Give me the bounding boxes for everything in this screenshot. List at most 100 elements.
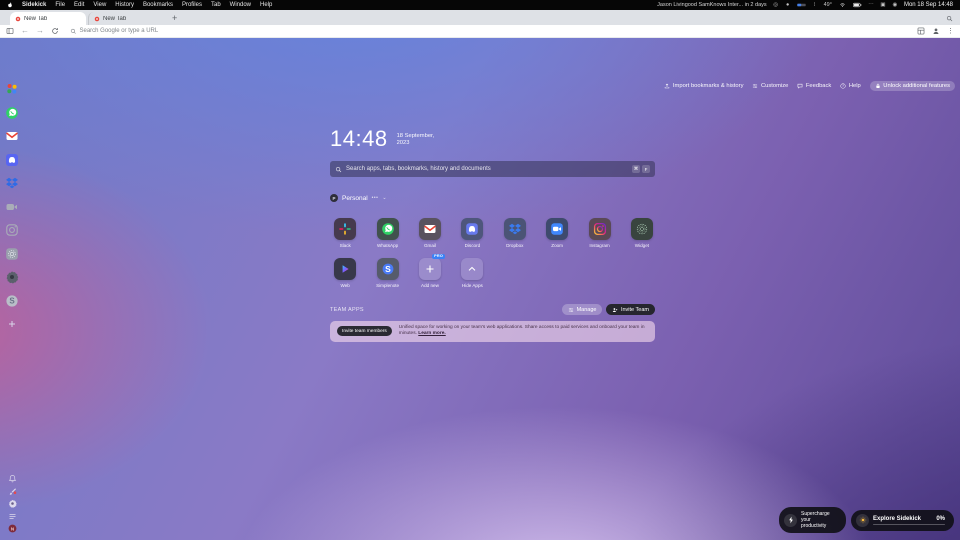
dropbox-app-icon [508,222,522,236]
team-invite-banner: Invite team members Unified space for wo… [330,321,655,342]
sidebar-app-app[interactable] [4,269,20,285]
input-meter-icon[interactable] [797,2,806,9]
kebab-menu-icon[interactable]: ⋮ [947,27,954,35]
invite-team-button[interactable]: Invite Team [606,304,655,315]
invite-team-label: Invite Team [621,307,649,313]
menubar-item[interactable]: Sidekick [22,2,46,8]
search-icon [335,166,342,173]
tab-title: New Tab [103,16,126,22]
sidebar-app-zoom[interactable] [4,199,20,215]
workspace-more-icon[interactable]: ••• [372,195,379,201]
sidekick-favicon-icon [15,16,21,22]
gmail-app-icon [423,222,437,236]
temperature-text[interactable]: 49° [824,2,832,9]
explore-sidekick-pill[interactable]: Explore Sidekick 0% [851,510,954,531]
app-tile[interactable] [589,218,611,240]
sidebar-app-simplenote[interactable]: S [4,293,20,309]
browser-tab-new-tab-2[interactable]: New Tab [88,12,164,25]
sidebar-app-widget[interactable] [4,246,20,262]
screen-record-icon[interactable]: ◎ [773,2,779,9]
app-tile[interactable] [334,258,356,280]
tabs: New Tab New Tab [10,12,164,25]
sidebar-app-sidekick-apps[interactable] [4,81,20,97]
menubar-item[interactable]: Window [230,2,251,8]
sidebar-app-gmail[interactable] [4,128,20,144]
sidebar-control-menu[interactable] [7,511,17,521]
sidebar-app-discord[interactable] [4,152,20,168]
app-label: Simplenote [376,283,399,288]
menubar-item[interactable]: Edit [74,2,84,8]
menubar-item[interactable]: History [115,2,134,8]
menubar-item[interactable]: File [55,2,65,8]
workspace-name[interactable]: Personal [342,195,368,202]
stats-icon[interactable]: ⁞ [812,2,818,9]
svg-text:N: N [10,526,13,531]
sidebar-app-dropbox[interactable] [4,175,20,191]
header-link-feedback[interactable]: Feedback [797,83,831,89]
app-tile[interactable] [504,218,526,240]
header-link-customize[interactable]: Customize [752,83,788,89]
sidebar-app-whatsapp[interactable] [4,105,20,121]
manage-button[interactable]: Manage [562,304,602,315]
app-tile[interactable] [631,218,653,240]
header-link-label: Customize [761,83,788,89]
siri-icon[interactable]: ◉ [892,2,898,9]
reload-button[interactable] [51,27,59,35]
lightning-icon [784,514,797,527]
sidebar-control-settings[interactable] [7,499,17,509]
app-tile[interactable] [461,218,483,240]
person-plus-icon [612,307,618,313]
sidebar-control-notifications[interactable] [7,474,17,484]
app-cell-whatsapp: WhatsApp [366,218,408,248]
explore-label: Explore Sidekick [873,516,921,522]
address-bar[interactable]: Search Google or type a URL [66,28,910,35]
invite-members-button[interactable]: Invite team members [337,326,392,336]
app-status-icon[interactable]: ● [785,2,791,9]
clock-date: 18 September, 2023 [397,126,439,152]
app-tile[interactable] [377,218,399,240]
sidebar-app-add-app[interactable] [4,316,20,332]
app-tile[interactable]: S [377,258,399,280]
sessions-grid-icon[interactable] [917,27,925,35]
banner-text: Unified space for working on your team's… [399,325,648,338]
unlock-features-button[interactable]: Unlock additional features [870,81,955,91]
sidebar-control-profile[interactable]: N [7,524,17,534]
whatsapp-app-icon [381,222,395,236]
svg-text:S: S [9,296,15,305]
profile-avatar-icon[interactable] [932,27,940,35]
universal-search-bar[interactable]: Search apps, tabs, bookmarks, history an… [330,161,655,177]
workspace-collapse-icon[interactable]: ⌄ [382,195,387,201]
sidebar-control-customize[interactable] [7,486,17,496]
browser-tab-new-tab-1[interactable]: New Tab [10,12,86,25]
workspace-avatar[interactable]: P [330,194,338,202]
tab-search-icon[interactable] [946,15,953,22]
menubar-item[interactable]: Tab [211,2,221,8]
menubar-item[interactable]: Bookmarks [143,2,173,8]
app-tile[interactable] [419,218,441,240]
app-tile[interactable]: PRO [419,258,441,280]
menubar-item[interactable]: Profiles [182,2,202,8]
more-menu-icon[interactable]: ⋯ [868,2,874,9]
apple-logo-icon[interactable] [7,2,13,8]
sidebar-app-instagram[interactable] [4,222,20,238]
header-link-import-bookmarks[interactable]: Import bookmarks & history [664,83,743,89]
app-tile[interactable] [461,258,483,280]
supercharge-pill[interactable]: Supercharge your productivity [779,507,846,533]
new-tab-button[interactable]: + [172,14,177,23]
header-link-help[interactable]: ? Help [840,83,860,89]
wifi-icon[interactable] [838,2,847,9]
app-tile[interactable] [334,218,356,240]
learn-more-link[interactable]: Learn more. [418,331,445,336]
search-icon [70,28,77,35]
menubar-item[interactable]: Help [260,2,272,8]
sidekick-favicon-icon [94,16,100,22]
app-tile[interactable] [546,218,568,240]
display-icon[interactable]: ▣ [880,2,886,9]
battery-icon[interactable] [853,2,862,9]
calendar-event-text[interactable]: Jason Livingood SamKnows Inter... in 2 d… [657,2,766,8]
sidebar-toggle-icon[interactable] [6,27,14,35]
forward-button[interactable]: → [36,27,44,35]
menubar-item[interactable]: View [93,2,106,8]
menubar-clock[interactable]: Mon 18 Sep 14:48 [904,2,953,8]
back-button[interactable]: ← [21,27,29,35]
